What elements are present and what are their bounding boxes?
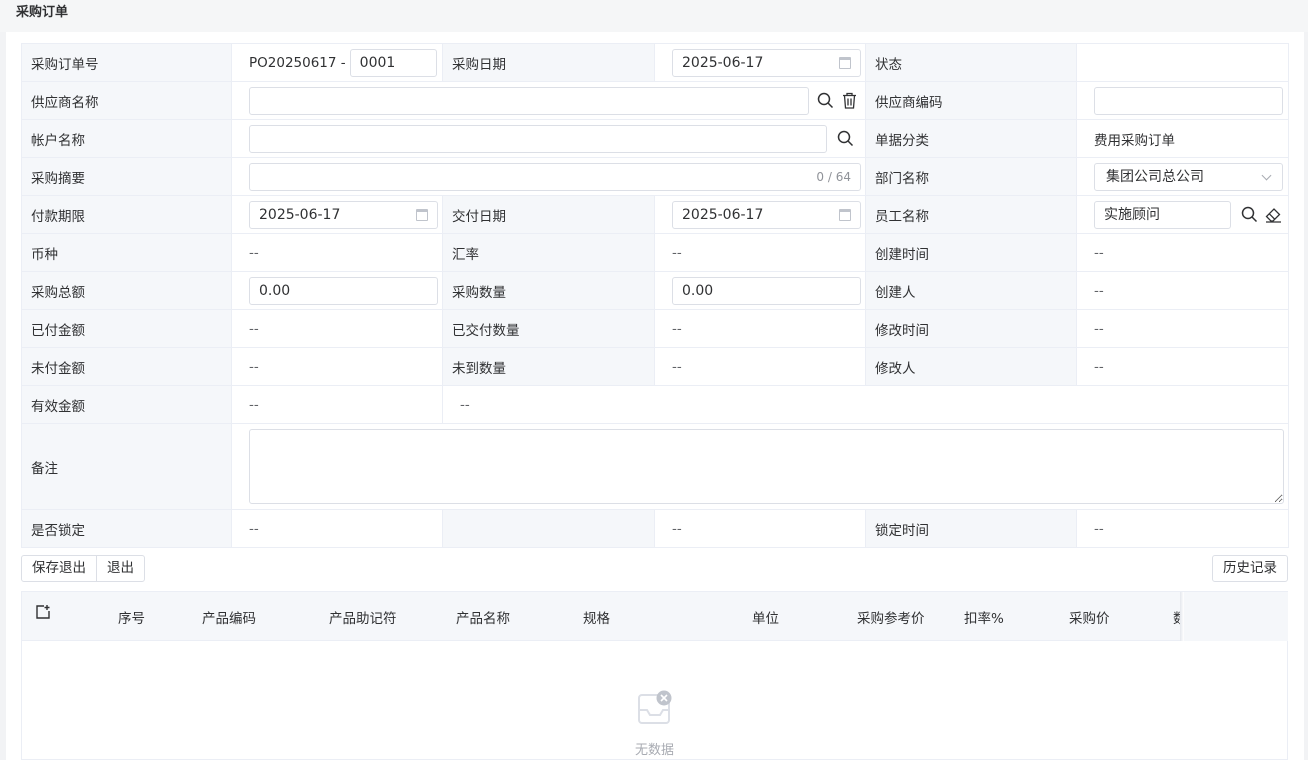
product-grid: 序号 产品编码 产品助记符 产品名称 规格 单位 采购参考价 扣率% 采购价 数… <box>21 591 1288 760</box>
paid-amount-label: 已付金额 <box>21 309 232 348</box>
currency-label: 币种 <box>21 233 232 272</box>
locked-extra-value: -- <box>654 509 866 548</box>
page-title: 采购订单 <box>0 0 1308 32</box>
remark-label: 备注 <box>21 423 232 510</box>
summary-label: 采购摘要 <box>21 157 232 196</box>
account-name-input[interactable] <box>249 124 827 153</box>
creator-value: -- <box>1076 271 1289 310</box>
quantity-label: 采购数量 <box>442 271 655 310</box>
valid-amount-label: 有效金额 <box>21 385 232 424</box>
col-purchase-price: 采购价 <box>1069 611 1110 627</box>
history-button[interactable]: 历史记录 <box>1212 555 1288 582</box>
col-unit: 单位 <box>752 611 779 627</box>
quantity-input[interactable]: 0.00 <box>672 276 861 305</box>
po-number-label: 采购订单号 <box>21 43 232 82</box>
locked-value: -- <box>231 509 443 548</box>
po-number-suffix-input[interactable]: 0001 <box>349 48 437 77</box>
unpaid-amount-label: 未付金额 <box>21 347 232 386</box>
locked-label: 是否锁定 <box>21 509 232 548</box>
undelivered-qty-label: 未到数量 <box>442 347 655 386</box>
department-select[interactable]: 集团公司总公司 <box>1094 162 1283 191</box>
department-label: 部门名称 <box>865 157 1077 196</box>
supplier-code-label: 供应商编码 <box>865 81 1077 120</box>
po-date-label: 采购日期 <box>442 43 655 82</box>
col-product-name: 产品名称 <box>456 611 510 627</box>
total-amount-input[interactable]: 0.00 <box>249 276 438 305</box>
total-amount-label: 采购总额 <box>21 271 232 310</box>
po-date-picker[interactable]: 2025-06-17 <box>672 48 861 77</box>
calendar-icon <box>416 208 428 221</box>
search-icon[interactable] <box>1239 205 1259 225</box>
modifier-value: -- <box>1076 347 1289 386</box>
payment-term-picker[interactable]: 2025-06-17 <box>249 200 438 229</box>
created-time-label: 创建时间 <box>865 233 1077 272</box>
department-value: 集团公司总公司 <box>1106 168 1204 185</box>
supplier-code-input[interactable] <box>1094 86 1283 115</box>
grid-header: 序号 产品编码 产品助记符 产品名称 规格 单位 采购参考价 扣率% 采购价 数 <box>22 592 1288 641</box>
exit-button[interactable]: 退出 <box>96 555 145 582</box>
delivery-date-value: 2025-06-17 <box>682 206 764 223</box>
payment-term-label: 付款期限 <box>21 195 232 234</box>
exchange-rate-value: -- <box>654 233 866 272</box>
lock-time-label: 锁定时间 <box>865 509 1077 548</box>
lock-time-value: -- <box>1076 509 1289 548</box>
payment-term-value: 2025-06-17 <box>259 206 341 223</box>
search-icon[interactable] <box>815 91 835 111</box>
fixed-column-header <box>1184 592 1288 641</box>
empty-label-cell <box>442 509 655 548</box>
remark-textarea[interactable] <box>249 429 1284 504</box>
modified-time-label: 修改时间 <box>865 309 1077 348</box>
supplier-name-input[interactable] <box>249 86 809 115</box>
delivery-date-picker[interactable]: 2025-06-17 <box>672 200 861 229</box>
valid-amount-value: -- <box>231 385 443 424</box>
col-reference-price: 采购参考价 <box>857 611 925 627</box>
delivered-qty-label: 已交付数量 <box>442 309 655 348</box>
summary-input[interactable]: 0 / 64 <box>249 162 861 191</box>
status-value <box>1076 43 1289 82</box>
empty-text: 无数据 <box>634 743 674 758</box>
po-number-prefix: PO20250617 - <box>249 54 346 71</box>
col-spec: 规格 <box>583 611 610 627</box>
doc-category-value: 费用采购订单 <box>1076 119 1289 158</box>
account-name-label: 帐户名称 <box>21 119 232 158</box>
col-seq: 序号 <box>118 611 145 627</box>
creator-label: 创建人 <box>865 271 1077 310</box>
po-date-value: 2025-06-17 <box>682 54 764 71</box>
status-label: 状态 <box>865 43 1077 82</box>
col-quantity-truncated: 数 <box>1173 611 1180 627</box>
employee-input[interactable]: 实施顾问 <box>1094 200 1231 229</box>
calendar-icon <box>839 56 851 69</box>
col-discount-rate: 扣率% <box>964 611 1004 627</box>
order-header-form: 采购订单号 PO20250617 - 0001 采购日期 2025-06-17 … <box>21 43 1289 548</box>
paid-amount-value: -- <box>231 309 443 348</box>
delivery-date-label: 交付日期 <box>442 195 655 234</box>
order-form-panel: 采购订单号 PO20250617 - 0001 采购日期 2025-06-17 … <box>6 32 1304 760</box>
currency-value: -- <box>231 233 443 272</box>
delivered-qty-value: -- <box>654 309 866 348</box>
chevron-down-icon <box>1261 170 1272 180</box>
undelivered-qty-value: -- <box>654 347 866 386</box>
exchange-rate-label: 汇率 <box>442 233 655 272</box>
save-exit-button[interactable]: 保存退出 <box>21 555 97 582</box>
summary-char-count: 0 / 64 <box>816 169 851 184</box>
created-time-value: -- <box>1076 233 1289 272</box>
search-icon[interactable] <box>835 129 855 149</box>
modified-time-value: -- <box>1076 309 1289 348</box>
valid-amount-extra: -- <box>442 385 1289 424</box>
empty-state <box>22 690 1287 730</box>
employee-label: 员工名称 <box>865 195 1077 234</box>
supplier-name-label: 供应商名称 <box>21 81 232 120</box>
calendar-icon <box>839 208 851 221</box>
col-product-mnemonic: 产品助记符 <box>329 611 397 627</box>
empty-inbox-icon <box>637 690 671 724</box>
col-product-code: 产品编码 <box>202 611 256 627</box>
unpaid-amount-value: -- <box>231 347 443 386</box>
doc-category-label: 单据分类 <box>865 119 1077 158</box>
add-row-icon[interactable] <box>35 604 51 624</box>
eraser-icon[interactable] <box>1263 205 1283 225</box>
modifier-label: 修改人 <box>865 347 1077 386</box>
delete-icon[interactable] <box>839 91 859 111</box>
